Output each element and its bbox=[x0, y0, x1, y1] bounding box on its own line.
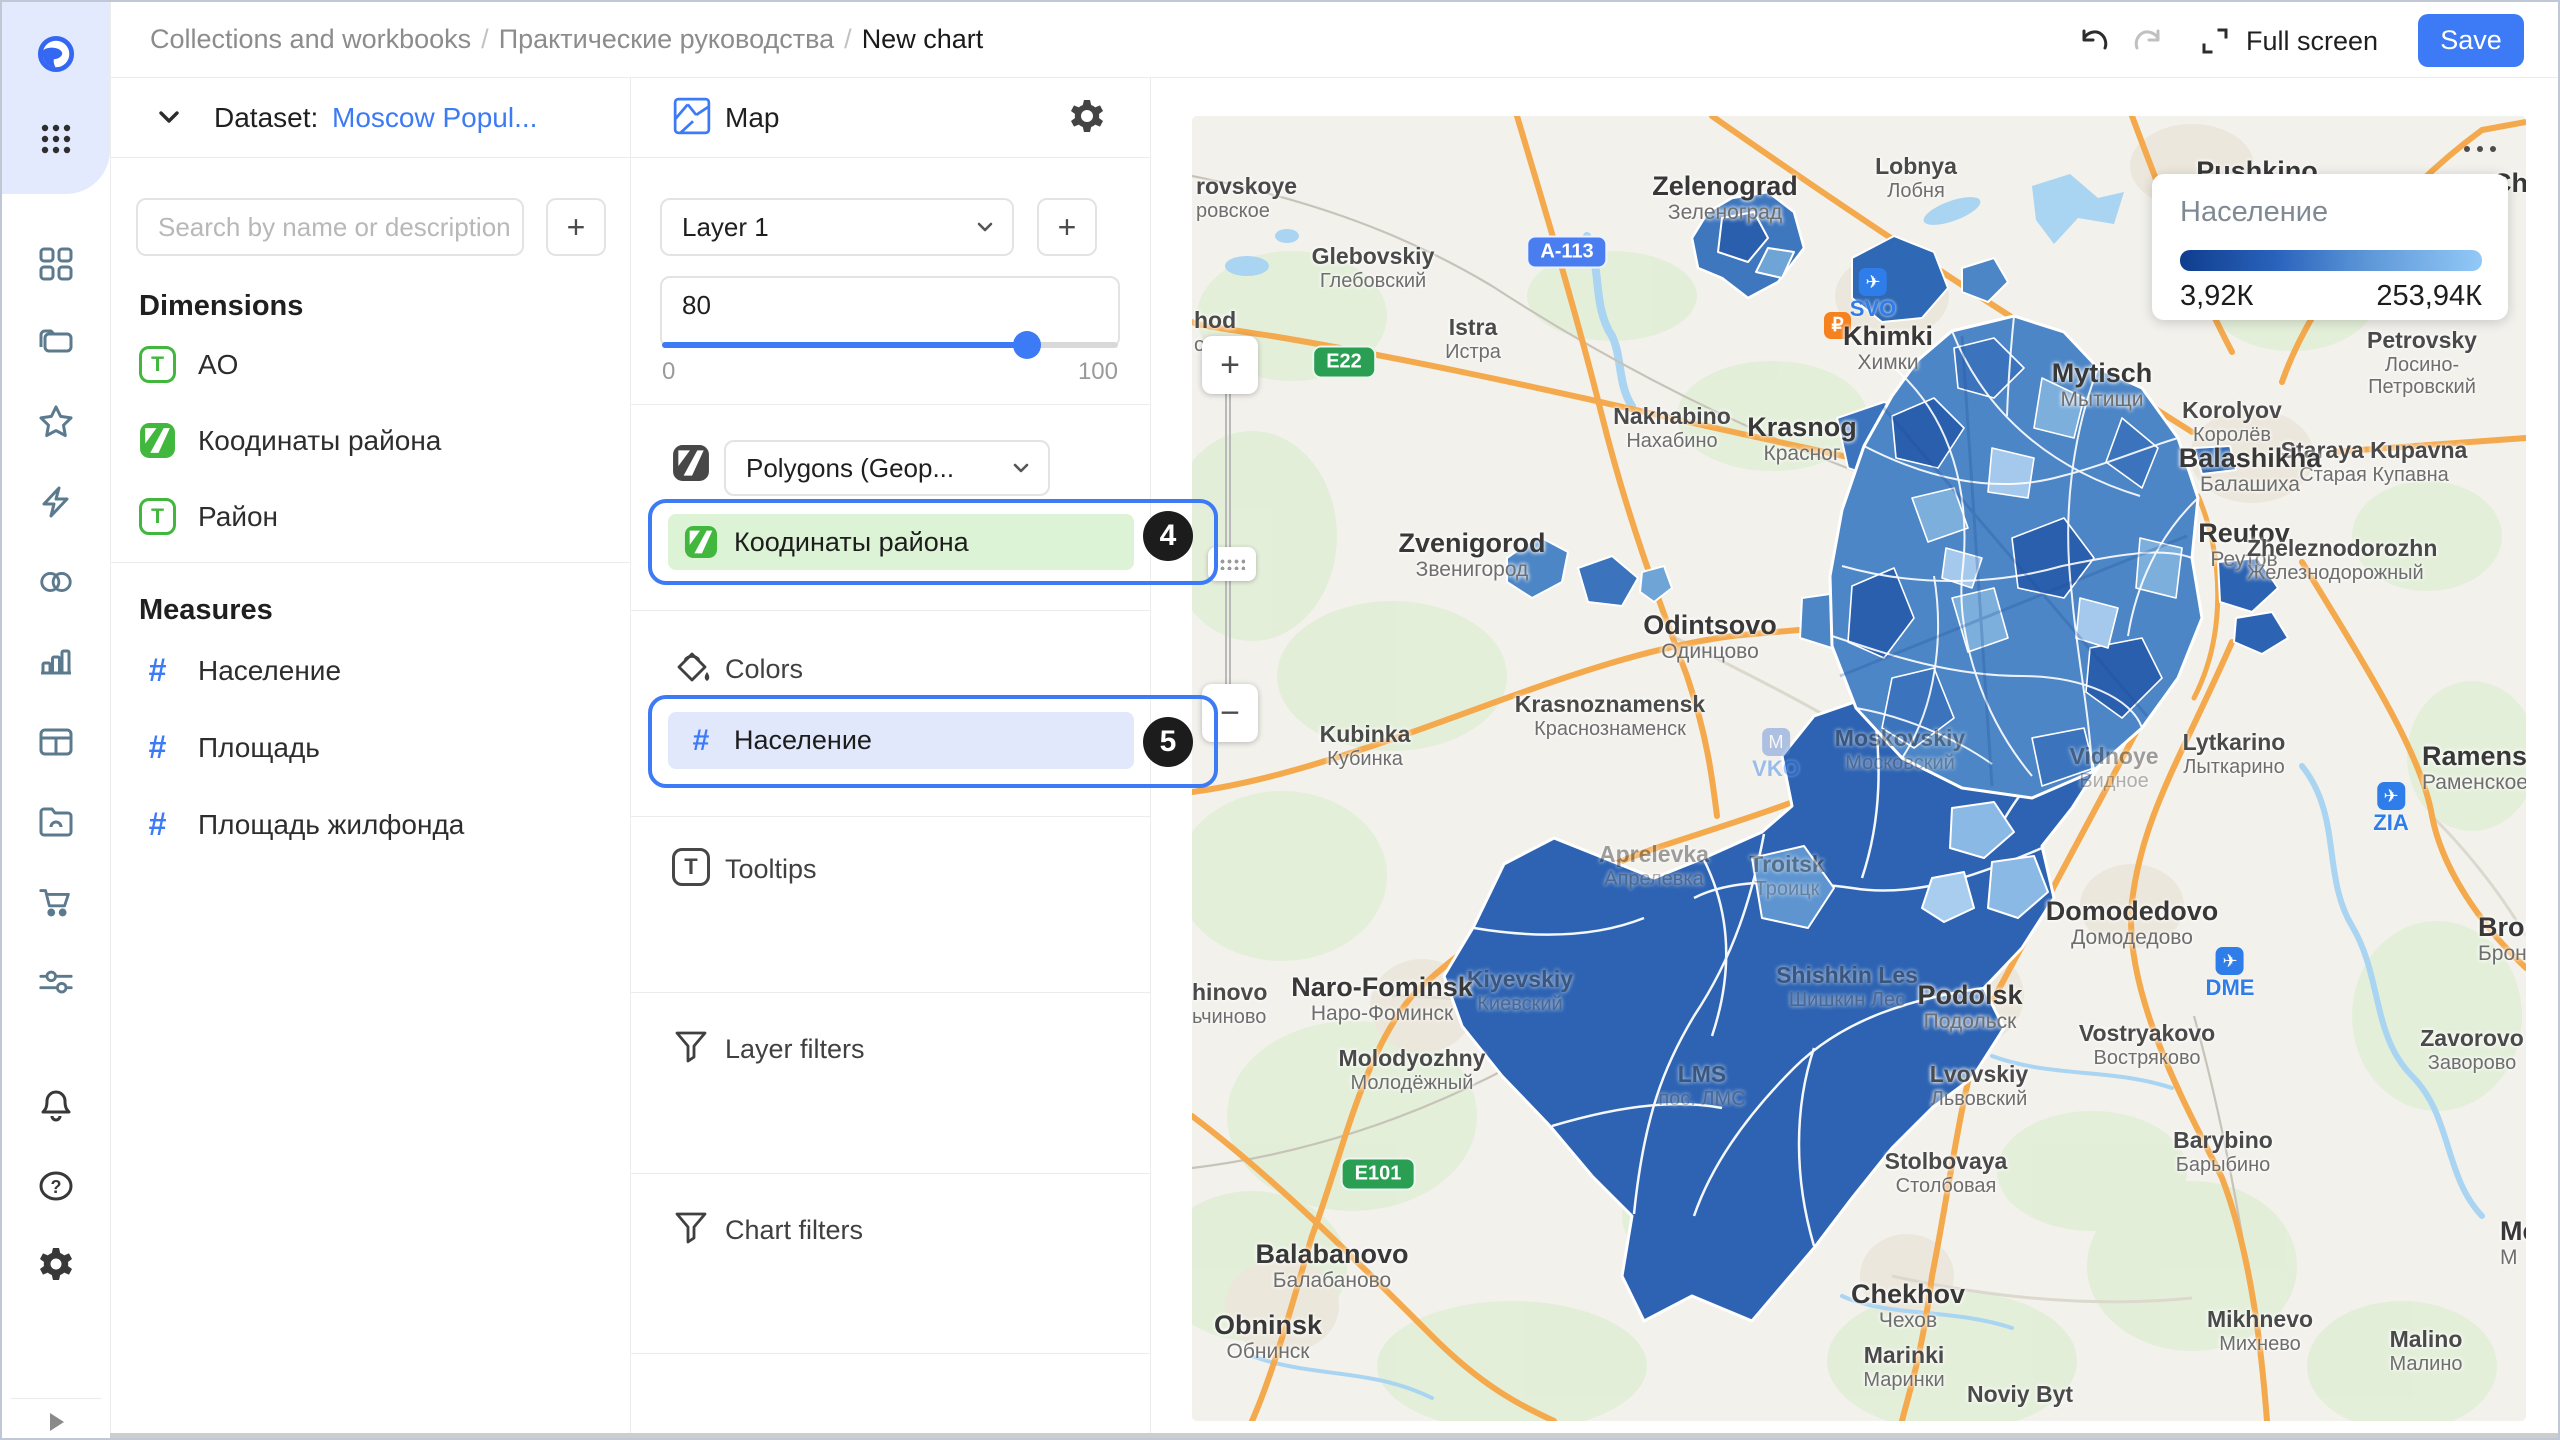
chart-filters-label[interactable]: Chart filters bbox=[725, 1215, 863, 1246]
layer-filters-label[interactable]: Layer filters bbox=[725, 1034, 865, 1065]
map-chart-type-icon bbox=[672, 96, 712, 141]
charts-icon[interactable] bbox=[37, 643, 75, 681]
datalens-logo-icon[interactable] bbox=[37, 35, 75, 73]
step-4-badge: 4 bbox=[1143, 511, 1193, 561]
map-canvas[interactable]: A-113 E22 E101 ₽ ✈SVO ✈DME ✈ZIA MVKO rov… bbox=[1192, 116, 2526, 1421]
airport-vko: MVKO bbox=[1752, 728, 1800, 782]
airplane-icon: ✈ bbox=[2216, 947, 2244, 975]
map-options-icon[interactable] bbox=[2464, 146, 2496, 152]
search-input[interactable] bbox=[138, 212, 522, 243]
add-field-button[interactable]: + bbox=[546, 198, 606, 256]
connections-icon[interactable] bbox=[37, 563, 75, 601]
measure-item-ploshchad[interactable]: # Площадь bbox=[139, 729, 320, 766]
horizontal-scrollbar[interactable] bbox=[110, 1433, 2560, 1440]
undo-icon[interactable] bbox=[2074, 22, 2112, 65]
marketplace-cart-icon[interactable] bbox=[37, 883, 75, 921]
breadcrumb: Collections and workbooks/Практические р… bbox=[150, 24, 983, 55]
redo-icon[interactable] bbox=[2130, 22, 2168, 65]
field-search-box bbox=[136, 198, 524, 256]
dimensions-title: Dimensions bbox=[139, 290, 303, 323]
apps-grid-icon[interactable] bbox=[37, 120, 75, 158]
geofield-callout bbox=[648, 499, 1218, 585]
geotype-select[interactable]: Polygons (Geop... bbox=[724, 440, 1050, 496]
notifications-bell-icon[interactable] bbox=[37, 1087, 75, 1125]
dashboards-icon[interactable] bbox=[37, 245, 75, 283]
chevron-down-icon bbox=[974, 216, 996, 238]
airplane-icon: ✈ bbox=[1859, 268, 1887, 296]
colors-bucket-icon bbox=[672, 647, 712, 687]
dataset-name-link[interactable]: Moscow Popul... bbox=[332, 102, 537, 134]
breadcrumb-collections[interactable]: Collections and workbooks bbox=[150, 24, 471, 54]
tooltips-section-label[interactable]: Tooltips bbox=[725, 854, 817, 885]
chevron-down-icon bbox=[1010, 457, 1032, 479]
dimension-item-coords[interactable]: Коодинаты района bbox=[139, 422, 441, 459]
dataset-label: Dataset: bbox=[214, 102, 318, 134]
legend-max-value: 253,94К bbox=[2376, 280, 2482, 313]
road-badge-e22: E22 bbox=[1312, 346, 1376, 379]
opacity-slider-knob[interactable] bbox=[1013, 331, 1041, 359]
opacity-max: 100 bbox=[1078, 358, 1118, 386]
airplane-icon: ✈ bbox=[2377, 782, 2405, 810]
measures-title: Measures bbox=[139, 594, 273, 627]
fullscreen-icon[interactable] bbox=[2198, 24, 2232, 63]
help-icon[interactable]: ? bbox=[37, 1167, 75, 1205]
editor-lightning-icon[interactable] bbox=[37, 483, 75, 521]
legend-min-value: 3,92К bbox=[2180, 280, 2253, 313]
add-layer-button[interactable]: + bbox=[1037, 198, 1097, 256]
metro-icon: M bbox=[1762, 728, 1790, 756]
services-sliders-icon[interactable] bbox=[37, 963, 75, 1001]
opacity-value[interactable]: 80 bbox=[682, 290, 711, 321]
opacity-slider-fill bbox=[662, 342, 1027, 348]
geopolygon-icon bbox=[139, 422, 176, 459]
zoom-in-button[interactable]: + bbox=[1202, 336, 1258, 394]
number-field-icon: # bbox=[139, 729, 176, 766]
breadcrumb-workbook[interactable]: Практические руководства bbox=[499, 24, 834, 54]
chart-type-label[interactable]: Map bbox=[725, 102, 779, 134]
drag-dots-icon bbox=[1219, 558, 1245, 570]
dimension-item-ao[interactable]: T AO bbox=[139, 346, 238, 383]
svg-text:?: ? bbox=[51, 1177, 62, 1197]
app-window: ? Collections and workbooks/Практические… bbox=[0, 0, 2560, 1440]
favorites-star-icon[interactable] bbox=[37, 403, 75, 441]
colors-callout bbox=[648, 695, 1218, 788]
zoom-slider-track[interactable] bbox=[1225, 378, 1231, 708]
save-button[interactable]: Save bbox=[2418, 14, 2524, 67]
layer-filters-funnel-icon bbox=[672, 1028, 710, 1066]
currency-poi-icon: ₽ bbox=[1824, 312, 1851, 339]
breadcrumb-current: New chart bbox=[862, 24, 984, 54]
dimension-item-rayon[interactable]: T Район bbox=[139, 498, 278, 535]
dataset-collapse-chevron-icon[interactable] bbox=[152, 102, 186, 137]
step-5-badge: 5 bbox=[1143, 717, 1193, 767]
tooltips-icon: T bbox=[672, 848, 710, 886]
layer-opacity-box: 80 bbox=[660, 276, 1120, 348]
left-rail: ? bbox=[2, 2, 111, 1440]
tables-icon[interactable] bbox=[37, 723, 75, 761]
layer-select[interactable]: Layer 1 bbox=[660, 198, 1014, 256]
colors-section-label: Colors bbox=[725, 654, 803, 685]
expand-panel-icon[interactable] bbox=[37, 1403, 75, 1440]
collections-icon[interactable] bbox=[37, 323, 75, 361]
airport-zia: ✈ZIA bbox=[2373, 782, 2408, 836]
road-badge-a113: A-113 bbox=[1526, 236, 1607, 269]
measure-item-naselenie[interactable]: # Население bbox=[139, 652, 341, 689]
chart-filters-funnel-icon bbox=[672, 1209, 710, 1247]
legend-gradient bbox=[2180, 250, 2482, 271]
map-legend: Население 3,92К 253,94К bbox=[2152, 174, 2508, 320]
storage-folder-icon[interactable] bbox=[37, 803, 75, 841]
airport-svo: ✈SVO bbox=[1850, 268, 1896, 322]
fullscreen-label[interactable]: Full screen bbox=[2246, 26, 2378, 57]
airport-dme: ✈DME bbox=[2206, 947, 2255, 1001]
measure-item-zhilfond[interactable]: # Площадь жилфонда bbox=[139, 806, 464, 843]
number-field-icon: # bbox=[139, 652, 176, 689]
settings-gear-icon[interactable] bbox=[37, 1245, 75, 1283]
text-field-icon: T bbox=[139, 346, 176, 383]
legend-title: Население bbox=[2180, 196, 2328, 229]
geopolygon-section-icon bbox=[672, 444, 710, 482]
number-field-icon: # bbox=[139, 806, 176, 843]
text-field-icon: T bbox=[139, 498, 176, 535]
road-badge-e101: E101 bbox=[1341, 1158, 1416, 1191]
opacity-min: 0 bbox=[662, 358, 675, 386]
map-settings-gear-icon[interactable] bbox=[1068, 97, 1106, 140]
